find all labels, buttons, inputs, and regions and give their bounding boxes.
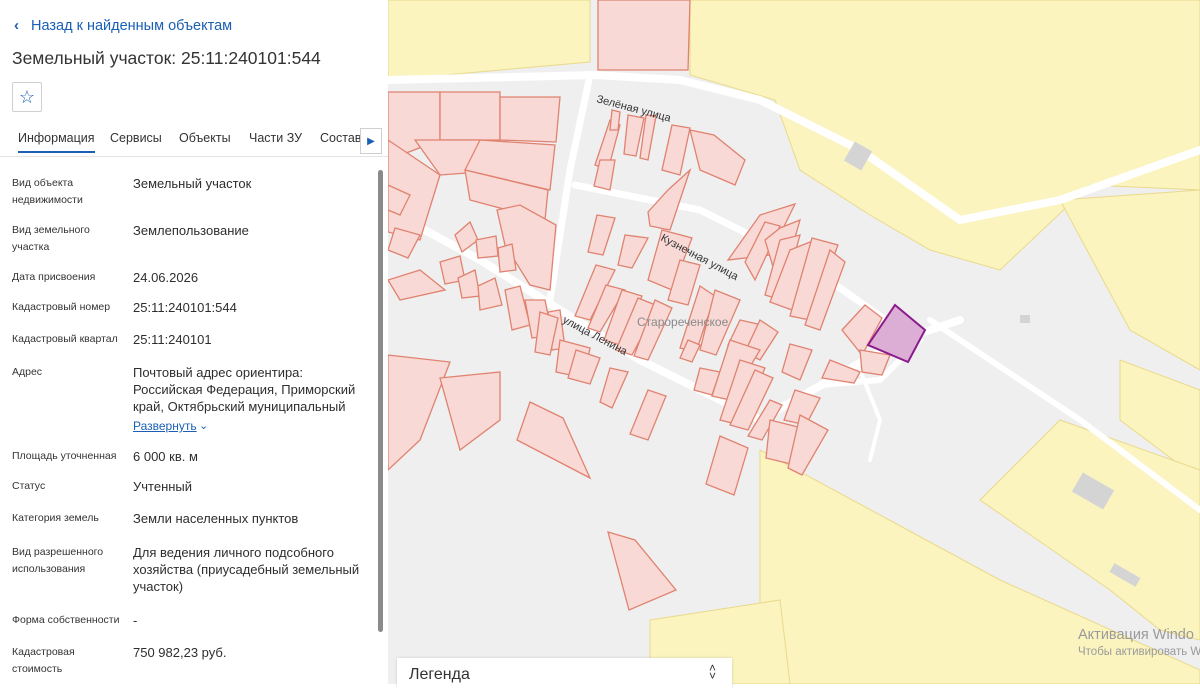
field-value: Земли населенных пунктов [133,511,299,526]
field-value: 6 000 кв. м [133,449,198,464]
star-icon: ☆ [18,86,36,107]
field-value: Для ведения личного подсобного хозяйства… [133,545,360,594]
field-value: 25:11:240101:544 [133,300,237,315]
chevron-right-icon: ▶ [367,135,375,147]
chevron-down-icon[interactable]: ⌄ [199,419,208,432]
field-label: Категория земель [12,512,99,524]
activation-watermark-title: Активация Windo [1078,627,1194,643]
village-label: Старореченское [637,315,729,329]
tab-bar: Информация Сервисы Объекты Части ЗУ Сост… [0,122,388,157]
field-label: Площадь уточненная [12,450,117,462]
field-value: Землепользование [133,223,249,238]
expand-address-link[interactable]: Развернуть [133,419,197,433]
map-canvas[interactable]: Зелёная улица Кузнечная улица улица Лени… [388,0,1200,684]
field-label: Кадастровый квартал [12,333,118,345]
tab-information[interactable]: Информация [18,131,95,153]
field-value: Земельный участок [133,176,252,191]
legend-title: Легенда [409,666,470,683]
favorite-button[interactable]: ☆ [12,82,42,112]
field-value: 750 982,23 руб. [133,645,227,660]
field-label: Статус [12,480,46,492]
field-label: Кадастровая стоимость [12,646,75,675]
field-value: - [133,613,138,628]
field-value: 24.06.2026 [133,270,199,285]
tab-objects[interactable]: Объекты [179,131,231,145]
field-value: Почтовый адрес ориентира: Российская Фед… [133,365,356,414]
field-label: Вид разрешенного использования [12,546,104,575]
tabs-scroll-right-button[interactable]: ▶ [360,128,382,154]
field-label: Адрес [12,366,43,378]
field-label: Вид земельного участка [12,224,90,253]
field-label: Кадастровый номер [12,301,111,313]
back-link-label: Назад к найденным объектам [31,17,233,34]
chevron-left-icon: ‹ [14,17,19,34]
tab-services[interactable]: Сервисы [110,131,162,145]
activation-watermark-text: Чтобы активировать Win [1078,646,1200,658]
field-label: Дата присвоения [12,271,96,283]
map-svg[interactable]: Зелёная улица Кузнечная улица улица Лени… [388,0,1200,684]
back-link[interactable]: ‹ Назад к найденным объектам [14,17,232,34]
tab-parts[interactable]: Части ЗУ [249,131,302,145]
field-label: Форма собственности [12,614,120,626]
field-label: Вид объекта недвижимости [12,177,83,206]
page-title: Земельный участок: 25:11:240101:544 [12,48,321,68]
chevron-up-down-icon[interactable]: ˄ ˅ [709,662,716,682]
tab-composition[interactable]: Состав [320,131,361,145]
field-value: Учтенный [133,479,193,494]
info-panel: ‹ Назад к найденным объектам Земельный у… [0,0,389,684]
field-value: 25:11:240101 [133,332,212,347]
panel-scrollbar[interactable] [378,170,383,632]
